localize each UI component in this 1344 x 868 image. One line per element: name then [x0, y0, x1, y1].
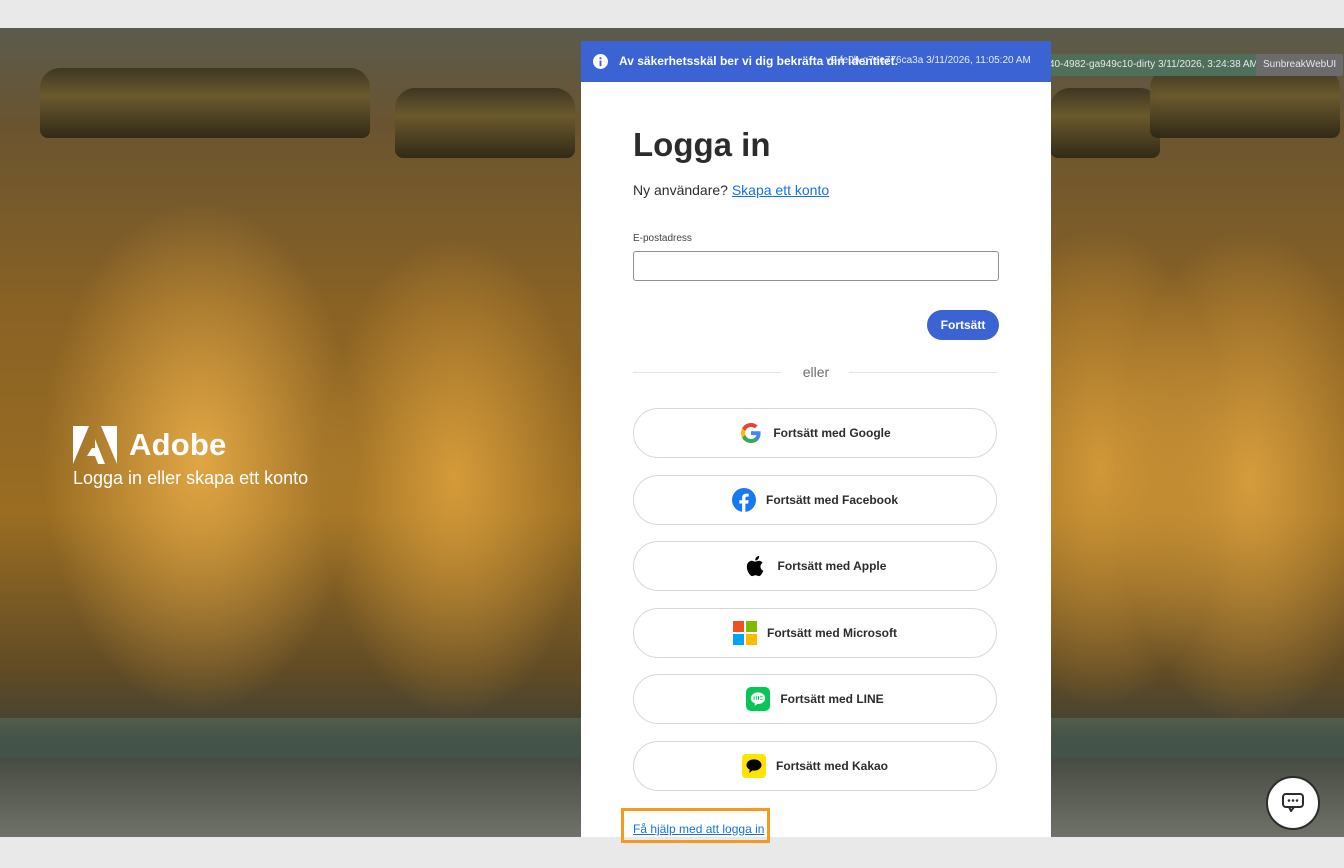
- chat-icon: [1282, 793, 1304, 812]
- build-tag: v40-4982-ga949c10-dirty 3/11/2026, 3:24:…: [1037, 54, 1265, 76]
- create-account-link[interactable]: Skapa ett konto: [732, 182, 829, 198]
- kakao-label: Fortsätt med Kakao: [775, 759, 889, 773]
- apple-button[interactable]: Fortsätt med Apple: [633, 541, 997, 591]
- chat-button[interactable]: [1266, 776, 1320, 830]
- facebook-button[interactable]: Fortsätt med Facebook: [633, 475, 997, 525]
- line-button[interactable]: Fortsätt med LINE: [633, 674, 997, 724]
- microsoft-button[interactable]: Fortsätt med Microsoft: [633, 608, 997, 658]
- email-field[interactable]: [633, 251, 999, 281]
- security-banner: Av säkerhetsskäl ber vi dig bekräfta din…: [581, 41, 1051, 82]
- line-icon: [746, 687, 771, 711]
- line-label: Fortsätt med LINE: [780, 692, 884, 706]
- new-user-prompt: Ny användare?: [633, 182, 728, 198]
- adobe-logo-icon: [73, 426, 117, 464]
- apple-label: Fortsätt med Apple: [777, 559, 887, 573]
- jar-lid: [1150, 68, 1340, 138]
- brand-tagline: Logga in eller skapa ett konto: [73, 468, 309, 488]
- facebook-icon: [731, 488, 756, 512]
- new-user-row: Ny användare? Skapa ett konto: [633, 182, 829, 198]
- kakao-button[interactable]: Fortsätt med Kakao: [633, 741, 997, 791]
- brand-name: Adobe: [129, 427, 227, 462]
- build-tag: SunbreakWebUI: [1256, 54, 1344, 76]
- jar-lid: [40, 68, 370, 138]
- apple-icon: [746, 555, 763, 577]
- facebook-label: Fortsätt med Facebook: [765, 493, 899, 507]
- jar-lid: [1050, 88, 1160, 158]
- info-icon: [593, 54, 608, 69]
- kakao-icon: [741, 754, 766, 778]
- or-divider: eller: [802, 364, 830, 380]
- jar-lid: [395, 88, 575, 158]
- microsoft-label: Fortsätt med Microsoft: [766, 626, 897, 640]
- login-panel: Av säkerhetsskäl ber vi dig bekräfta din…: [581, 41, 1051, 837]
- brand-block: Adobe Logga in eller skapa ett konto: [73, 426, 308, 489]
- google-icon: [741, 423, 761, 443]
- microsoft-icon: [732, 621, 757, 645]
- continue-button[interactable]: Fortsätt: [927, 310, 999, 340]
- focus-highlight: [621, 808, 770, 843]
- google-label: Fortsätt med Google: [773, 426, 891, 440]
- build-tag: v2-fe0b-g7ee776ca3a 3/11/2026, 11:05:20 …: [826, 55, 1031, 66]
- email-label: E-postadress: [633, 233, 692, 244]
- google-button[interactable]: Fortsätt med Google: [633, 408, 997, 458]
- page-title: Logga in: [633, 126, 771, 163]
